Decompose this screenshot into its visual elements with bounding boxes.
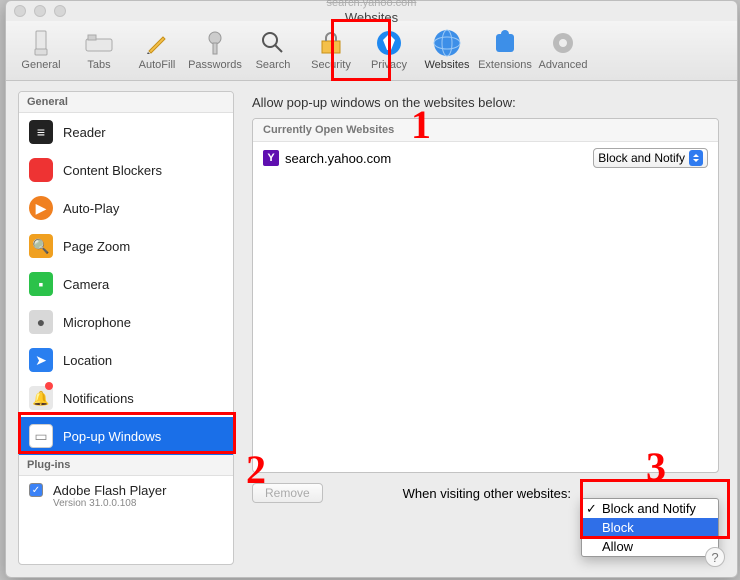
sidebar-item-page-zoom[interactable]: 🔍Page Zoom [19, 227, 233, 265]
close-icon[interactable] [14, 5, 26, 17]
other-websites-dropdown[interactable]: Block and Notify Block Allow [581, 498, 719, 557]
domain-text: search.yahoo.com [285, 151, 391, 166]
zoom-icon[interactable] [54, 5, 66, 17]
sidebar-item-reader[interactable]: ≡Reader [19, 113, 233, 151]
titlebar-url: search.yahoo.com [327, 0, 417, 10]
location-icon: ➤ [29, 348, 53, 372]
play-icon: ▶ [29, 196, 53, 220]
tab-passwords[interactable]: Passwords [186, 23, 244, 80]
tab-security[interactable]: Security [302, 23, 360, 80]
autofill-icon [145, 31, 169, 55]
zoom-page-icon: 🔍 [29, 234, 53, 258]
other-websites-label: When visiting other websites: [403, 486, 571, 501]
sidebar-item-location[interactable]: ➤Location [19, 341, 233, 379]
list-row[interactable]: Y search.yahoo.com Block and Notify [253, 142, 718, 174]
plugin-checkbox[interactable]: ✓ [29, 483, 43, 497]
sidebar: General ≡Reader Content Blockers ▶Auto-P… [18, 91, 234, 565]
notification-dot-icon [45, 382, 53, 390]
key-icon [204, 30, 226, 56]
camera-icon: ▪ [29, 272, 53, 296]
sidebar-item-content-blockers[interactable]: Content Blockers [19, 151, 233, 189]
remove-button[interactable]: Remove [252, 483, 323, 503]
general-icon [29, 29, 53, 57]
instruction-text: Allow pop-up windows on the websites bel… [252, 95, 719, 110]
lock-icon [318, 31, 344, 55]
reader-icon: ≡ [29, 120, 53, 144]
select-arrows-icon [689, 150, 703, 166]
toolbar: General Tabs AutoFill Passwords Search S… [6, 21, 737, 81]
tab-privacy[interactable]: Privacy [360, 23, 418, 80]
traffic-lights[interactable] [14, 5, 66, 17]
search-icon [260, 30, 286, 56]
plugin-label: Adobe Flash Player [53, 483, 166, 498]
sidebar-item-popup-windows[interactable]: ▭Pop-up Windows [19, 417, 233, 455]
privacy-icon [376, 30, 402, 56]
plugin-version: Version 31.0.0.108 [53, 498, 166, 509]
tab-general[interactable]: General [12, 23, 70, 80]
sidebar-item-microphone[interactable]: ●Microphone [19, 303, 233, 341]
minimize-icon[interactable] [34, 5, 46, 17]
titlebar: search.yahoo.com Websites [6, 1, 737, 21]
tab-websites[interactable]: Websites [418, 23, 476, 80]
sidebar-section-general: General [19, 92, 233, 113]
sidebar-section-plugins: Plug-ins [19, 455, 233, 476]
microphone-icon: ● [29, 310, 53, 334]
dropdown-item-block[interactable]: Block [582, 518, 718, 537]
tabs-icon [85, 33, 113, 53]
sidebar-item-camera[interactable]: ▪Camera [19, 265, 233, 303]
list-header: Currently Open Websites [253, 119, 718, 142]
tab-autofill[interactable]: AutoFill [128, 23, 186, 80]
website-list: Currently Open Websites Y search.yahoo.c… [252, 118, 719, 473]
stop-icon [29, 158, 53, 182]
tab-extensions[interactable]: Extensions [476, 23, 534, 80]
dropdown-item-block-notify[interactable]: Block and Notify [582, 499, 718, 518]
tab-advanced[interactable]: Advanced [534, 23, 592, 80]
window-title: Websites [327, 10, 417, 26]
sidebar-item-auto-play[interactable]: ▶Auto-Play [19, 189, 233, 227]
main-pane: Allow pop-up windows on the websites bel… [234, 79, 737, 577]
puzzle-icon [492, 30, 518, 56]
sidebar-item-notifications[interactable]: 🔔Notifications [19, 379, 233, 417]
tab-tabs[interactable]: Tabs [70, 23, 128, 80]
globe-icon [432, 28, 462, 58]
sidebar-item-flash[interactable]: ✓ Adobe Flash Player Version 31.0.0.108 [19, 476, 233, 516]
help-button[interactable]: ? [705, 547, 725, 567]
windows-icon: ▭ [29, 424, 53, 448]
row-setting-select[interactable]: Block and Notify [593, 148, 708, 168]
gear-icon [549, 29, 577, 57]
yahoo-favicon: Y [263, 150, 279, 166]
tab-search[interactable]: Search [244, 23, 302, 80]
dropdown-item-allow[interactable]: Allow [582, 537, 718, 556]
preferences-window: search.yahoo.com Websites General Tabs A… [5, 0, 738, 578]
